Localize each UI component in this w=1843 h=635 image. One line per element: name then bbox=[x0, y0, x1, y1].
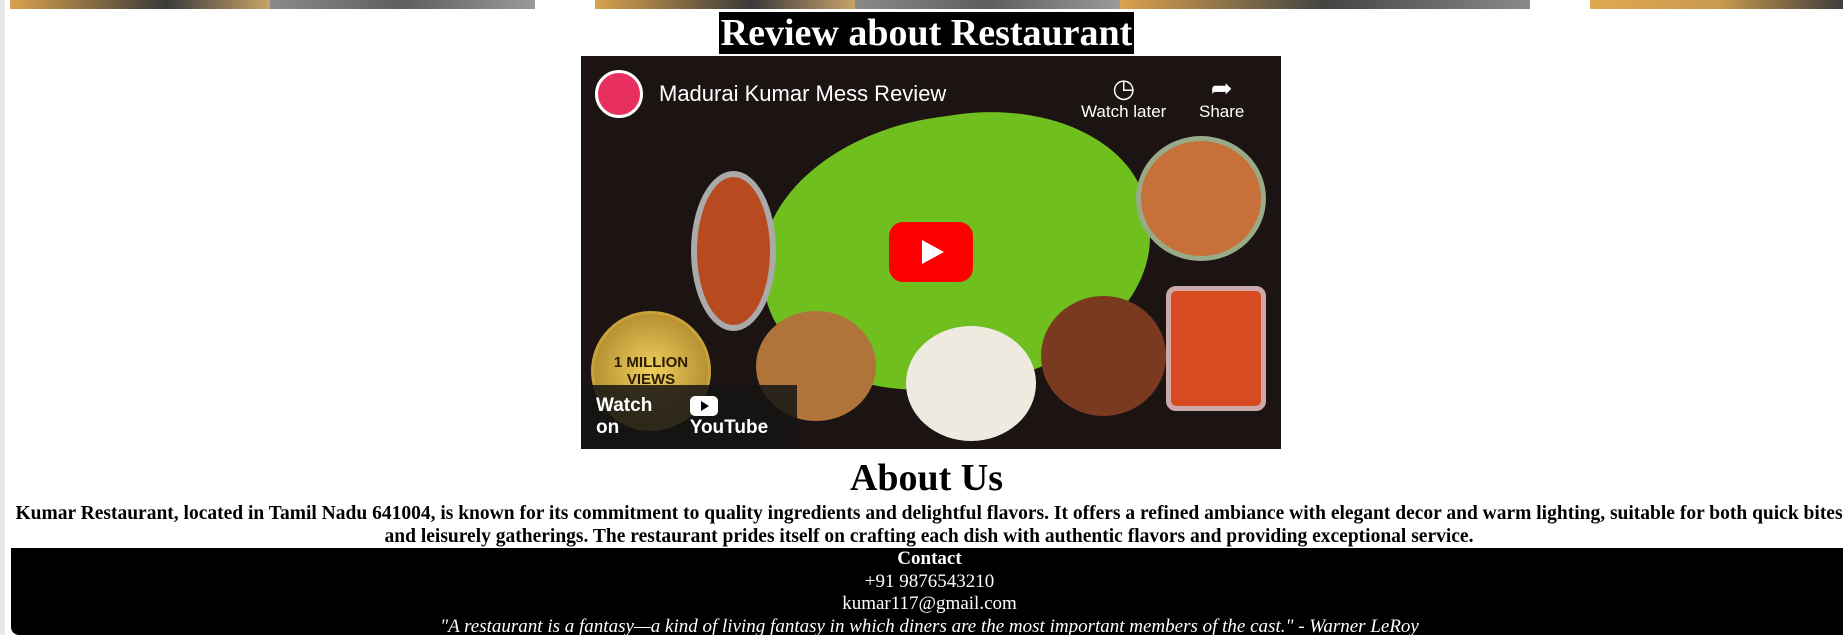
youtube-icon bbox=[689, 395, 718, 416]
watch-on-label: Watch on bbox=[596, 395, 653, 438]
page: Review about Restaurant 1 MILLION VIEWS … bbox=[0, 0, 1843, 635]
share-button[interactable]: ➦ Share bbox=[1199, 74, 1244, 122]
review-title: Review about Restaurant bbox=[718, 12, 1135, 54]
header-image-strip bbox=[10, 0, 1843, 9]
about-heading: About Us bbox=[849, 457, 1004, 499]
contact-heading: Contact bbox=[897, 548, 962, 569]
dish-image bbox=[1166, 286, 1266, 411]
dish-image bbox=[1136, 136, 1266, 261]
dish-image bbox=[691, 171, 776, 331]
clock-icon: ◷ bbox=[1112, 73, 1136, 103]
play-button[interactable] bbox=[889, 222, 973, 282]
watch-on-youtube-button[interactable]: Watch on YouTube bbox=[581, 385, 797, 449]
contact-email: kumar117@gmail.com bbox=[842, 593, 1017, 614]
watch-later-button[interactable]: ◷ Watch later bbox=[1081, 74, 1166, 122]
watch-later-label: Watch later bbox=[1081, 102, 1167, 121]
youtube-logo: YouTube bbox=[689, 395, 797, 439]
youtube-video-embed[interactable]: 1 MILLION VIEWS Madurai Kumar Mess Revie… bbox=[581, 56, 1281, 449]
dish-image bbox=[1041, 296, 1166, 416]
video-title[interactable]: Madurai Kumar Mess Review bbox=[659, 81, 946, 107]
channel-avatar[interactable] bbox=[595, 70, 643, 118]
share-label: Share bbox=[1199, 102, 1245, 121]
youtube-label: YouTube bbox=[689, 417, 769, 438]
footer: Contact +91 9876543210 kumar117@gmail.co… bbox=[11, 548, 1843, 635]
share-icon: ➦ bbox=[1210, 73, 1233, 103]
contact-phone: +91 9876543210 bbox=[864, 570, 995, 592]
dish-image bbox=[906, 326, 1036, 441]
about-text: Kumar Restaurant, located in Tamil Nadu … bbox=[15, 503, 1843, 547]
footer-quote: "A restaurant is a fantasy—a kind of liv… bbox=[440, 615, 1419, 635]
